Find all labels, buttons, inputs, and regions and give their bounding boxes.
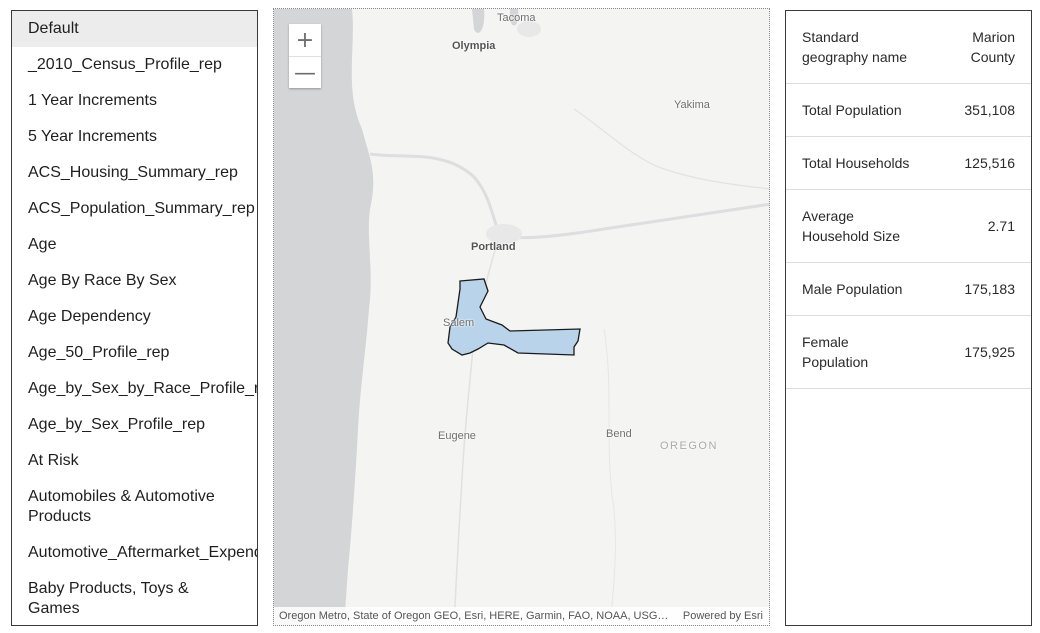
attribution-text[interactable]: Oregon Metro, State of Oregon GEO, Esri,… — [279, 610, 674, 622]
list-item[interactable]: Automotive_Aftermarket_Expenditures — [12, 535, 257, 571]
stat-value: 175,925 — [964, 344, 1015, 360]
map-label-bend: Bend — [606, 428, 632, 440]
list-item[interactable]: Age_by_Sex_by_Race_Profile_rep — [12, 371, 257, 407]
stat-value: 175,183 — [964, 281, 1015, 297]
list-item[interactable]: 5 Year Increments — [12, 119, 257, 155]
stat-value: 125,516 — [964, 155, 1015, 171]
list-item[interactable]: Age By Race By Sex — [12, 263, 257, 299]
list-item-default[interactable]: Default — [12, 11, 257, 47]
list-item[interactable]: Age — [12, 227, 257, 263]
list-item[interactable]: ACS_Housing_Summary_rep — [12, 155, 257, 191]
stat-label: Total Households — [802, 155, 910, 171]
stat-row-male-population: Male Population 175,183 — [786, 263, 1031, 316]
map-label-portland: Portland — [471, 241, 516, 253]
stat-label: Average Household Size — [802, 208, 901, 244]
powered-by-esri[interactable]: Powered by Esri — [683, 610, 763, 622]
layer-list-panel: Default _2010_Census_Profile_rep 1 Year … — [11, 10, 258, 626]
stat-label: Standard geography name — [802, 29, 908, 65]
list-item[interactable]: ACS_Population_Summary_rep — [12, 191, 257, 227]
map-attribution: Oregon Metro, State of Oregon GEO, Esri,… — [274, 607, 769, 625]
map-label-yakima: Yakima — [674, 99, 710, 111]
list-item[interactable]: Age_by_Sex_Profile_rep — [12, 407, 257, 443]
stat-label: Total Population — [802, 102, 902, 118]
map-view[interactable]: + — Tacoma Olympia Yakima Portland Salem… — [273, 8, 770, 626]
stat-label: Male Population — [802, 281, 903, 297]
stats-panel: Standard geography name Marion County To… — [785, 10, 1032, 626]
stat-row-geography: Standard geography name Marion County — [786, 11, 1031, 84]
stat-row-total-population: Total Population 351,108 — [786, 84, 1031, 137]
map-label-eugene: Eugene — [438, 430, 476, 442]
list-item[interactable]: Age_50_Profile_rep — [12, 335, 257, 371]
zoom-out-button[interactable]: — — [289, 56, 321, 89]
map-label-salem: Salem — [443, 317, 475, 329]
stat-label: Female Population — [802, 334, 869, 370]
stat-value: 351,108 — [964, 102, 1015, 118]
list-item[interactable]: At Risk — [12, 443, 257, 479]
list-item[interactable]: Automobiles & Automotive Products — [12, 479, 257, 535]
zoom-in-button[interactable]: + — [289, 24, 321, 56]
stat-row-avg-household-size: Average Household Size 2.71 — [786, 190, 1031, 263]
stat-value: Marion County — [970, 29, 1015, 65]
list-item[interactable]: Baby Products, Toys & Games — [12, 571, 257, 625]
stat-row-total-households: Total Households 125,516 — [786, 137, 1031, 190]
map-label-tacoma: Tacoma — [497, 12, 536, 24]
map-label-oregon: OREGON — [660, 440, 718, 452]
list-item[interactable]: Age Dependency — [12, 299, 257, 335]
list-item[interactable]: 1 Year Increments — [12, 83, 257, 119]
list-item[interactable]: _2010_Census_Profile_rep — [12, 47, 257, 83]
stat-value: 2.71 — [987, 218, 1015, 234]
stat-row-female-population: Female Population 175,925 — [786, 316, 1031, 389]
zoom-controls: + — — [289, 24, 321, 88]
map-label-olympia: Olympia — [452, 40, 496, 52]
